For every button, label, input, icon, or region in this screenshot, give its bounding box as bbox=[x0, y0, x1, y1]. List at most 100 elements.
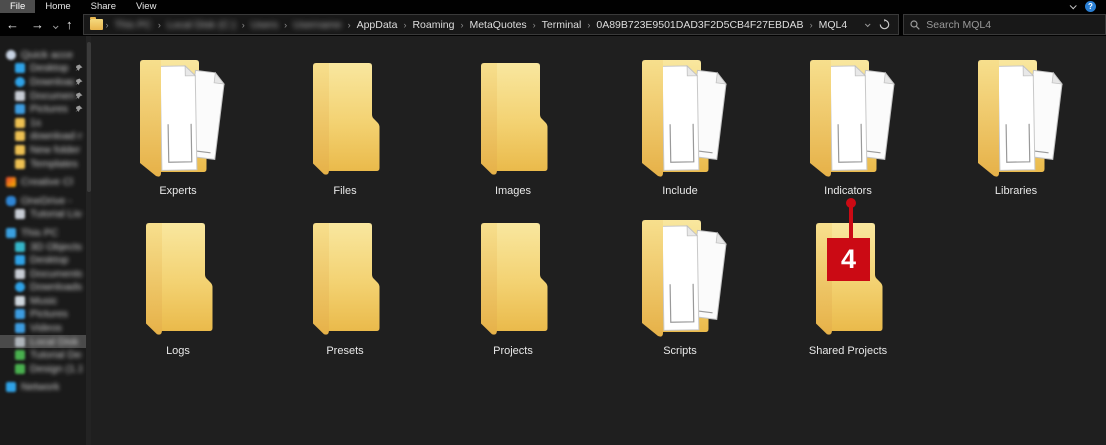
sidebar-item-network[interactable]: Network bbox=[0, 381, 86, 395]
back-button[interactable]: ← bbox=[0, 18, 25, 31]
sidebar-scrollbar-thumb[interactable] bbox=[87, 42, 91, 192]
network-drive-icon bbox=[15, 364, 25, 374]
folder-icon bbox=[15, 145, 25, 155]
full-folder-icon bbox=[798, 56, 898, 183]
breadcrumb-segment[interactable]: Users bbox=[246, 19, 283, 31]
sidebar-item-music[interactable]: Music bbox=[0, 294, 86, 308]
folder-label: Images bbox=[495, 185, 531, 197]
tab-share[interactable]: Share bbox=[81, 0, 126, 13]
tab-home[interactable]: Home bbox=[35, 0, 80, 13]
breadcrumb-segment[interactable]: MetaQuotes bbox=[464, 19, 531, 31]
sidebar-item-label: Documents bbox=[30, 268, 82, 280]
sidebar-item-design-1-19-211-43[interactable]: Design (1.19.211.43) bbox=[0, 362, 86, 376]
empty-folder-icon bbox=[136, 219, 220, 343]
help-icon[interactable]: ? bbox=[1085, 1, 1096, 12]
recent-locations-chevron-down-icon[interactable] bbox=[50, 18, 60, 31]
address-bar[interactable]: ›This PC›Local Disk (C:)›Users›Username›… bbox=[83, 14, 900, 35]
folder-include[interactable]: Include bbox=[596, 53, 764, 205]
sidebar-item-videos[interactable]: Videos bbox=[0, 321, 86, 335]
downloads-icon bbox=[15, 282, 25, 292]
pin-icon bbox=[75, 64, 83, 72]
folder-icon bbox=[15, 159, 25, 169]
folder-label: Libraries bbox=[995, 185, 1037, 197]
sidebar-item-download-mt4[interactable]: download mt4 bbox=[0, 130, 86, 144]
document-icon bbox=[15, 269, 25, 279]
folder-projects[interactable]: Projects bbox=[429, 213, 597, 365]
breadcrumb-segment[interactable]: Username bbox=[288, 19, 346, 31]
folder-presets[interactable]: Presets bbox=[261, 213, 429, 365]
expand-ribbon-chevron-down-icon[interactable] bbox=[1070, 2, 1077, 9]
sidebar-item-label: This PC bbox=[21, 227, 58, 239]
sidebar-item-3d-objects[interactable]: 3D Objects bbox=[0, 240, 86, 254]
breadcrumb-segment[interactable]: Local Disk (C:) bbox=[162, 19, 241, 31]
folder-label: Presets bbox=[326, 345, 363, 357]
breadcrumb-segment[interactable]: MQL4 bbox=[814, 19, 853, 31]
sidebar-item-1s[interactable]: 1s bbox=[0, 116, 86, 130]
folder-images[interactable]: Images bbox=[429, 53, 597, 205]
downloads-icon bbox=[15, 77, 25, 87]
sidebar-item-label: Pictures bbox=[30, 308, 68, 320]
sidebar-item-tutorial-designs[interactable]: Tutorial Designs bbox=[0, 348, 86, 362]
empty-folder-icon bbox=[471, 59, 555, 183]
sidebar-item-desktop[interactable]: Desktop bbox=[0, 253, 86, 267]
sidebar-item-creative-cloud-files[interactable]: Creative Cloud Files bbox=[0, 175, 86, 189]
folder-files[interactable]: Files bbox=[261, 53, 429, 205]
sidebar-item-documents[interactable]: Documents bbox=[0, 89, 86, 103]
breadcrumb-segment[interactable]: AppData bbox=[352, 19, 403, 31]
sidebar-item-onedrive-tutorial-l[interactable]: OneDrive - Tutorial L bbox=[0, 194, 86, 208]
breadcrumb-segment[interactable]: 0A89B723E9501DAD3F2D5CB4F27EBDAB bbox=[591, 19, 808, 31]
sidebar-item-label: OneDrive - Tutorial L bbox=[21, 195, 73, 207]
pin-icon bbox=[75, 105, 83, 113]
address-history-chevron-down-icon[interactable] bbox=[865, 21, 871, 27]
sidebar-item-local-disk-c[interactable]: Local Disk (C:) bbox=[0, 335, 86, 349]
sidebar-item-pictures[interactable]: Pictures bbox=[0, 308, 86, 322]
sidebar-item-label: 1s bbox=[30, 117, 41, 129]
up-button[interactable]: ↑ bbox=[60, 18, 79, 31]
sidebar-item-downloads[interactable]: Downloads bbox=[0, 75, 86, 89]
folder-logs[interactable]: Logs bbox=[94, 213, 262, 365]
tab-view[interactable]: View bbox=[126, 0, 166, 13]
sidebar-item-pictures[interactable]: Pictures bbox=[0, 102, 86, 116]
onedrive-icon bbox=[6, 196, 16, 206]
full-folder-icon bbox=[630, 216, 730, 343]
sidebar-item-this-pc[interactable]: This PC bbox=[0, 226, 86, 240]
folder-view: Experts Files Images Include bbox=[91, 36, 1106, 445]
breadcrumb-segment[interactable]: This PC bbox=[110, 19, 157, 31]
sidebar-item-label: Videos bbox=[30, 322, 62, 334]
sidebar-item-downloads[interactable]: Downloads bbox=[0, 281, 86, 295]
folder-shared-projects[interactable]: Shared Projects bbox=[764, 213, 932, 365]
file-explorer-window: File Home Share View ? ← → ↑ ›This PC›Lo… bbox=[0, 0, 1106, 445]
sidebar-item-label: Music bbox=[30, 295, 57, 307]
document-icon bbox=[15, 209, 25, 219]
folder-icon bbox=[15, 118, 25, 128]
empty-folder-icon bbox=[471, 219, 555, 343]
pictures-icon bbox=[15, 104, 25, 114]
refresh-icon[interactable] bbox=[879, 19, 890, 30]
sidebar-item-quick-access[interactable]: Quick access bbox=[0, 48, 86, 62]
sidebar-item-label: Templates bbox=[30, 158, 78, 170]
sidebar-item-tutorial-list[interactable]: Tutorial List bbox=[0, 208, 86, 222]
tab-file[interactable]: File bbox=[0, 0, 35, 13]
folder-libraries[interactable]: Libraries bbox=[932, 53, 1100, 205]
search-input[interactable] bbox=[926, 19, 1086, 31]
folder-experts[interactable]: Experts bbox=[94, 53, 262, 205]
breadcrumb-segment[interactable]: Terminal bbox=[537, 19, 587, 31]
sidebar-item-desktop[interactable]: Desktop bbox=[0, 62, 86, 76]
breadcrumb-segment[interactable]: Roaming bbox=[407, 19, 459, 31]
star-icon bbox=[6, 50, 16, 60]
folder-icon bbox=[15, 131, 25, 141]
annotation-line bbox=[849, 203, 853, 241]
sidebar-item-new-folder[interactable]: New folder bbox=[0, 143, 86, 157]
folder-label: Logs bbox=[166, 345, 190, 357]
sidebar-item-documents[interactable]: Documents bbox=[0, 267, 86, 281]
videos-icon bbox=[15, 323, 25, 333]
folder-indicators[interactable]: Indicators bbox=[764, 53, 932, 205]
folder-label: Include bbox=[662, 185, 697, 197]
sidebar-item-templates[interactable]: Templates bbox=[0, 157, 86, 171]
full-folder-icon bbox=[966, 56, 1066, 183]
this-pc-icon bbox=[6, 228, 16, 238]
empty-folder-icon bbox=[303, 219, 387, 343]
folder-label: Shared Projects bbox=[809, 345, 887, 357]
folder-scripts[interactable]: Scripts bbox=[596, 213, 764, 365]
forward-button[interactable]: → bbox=[25, 18, 50, 31]
